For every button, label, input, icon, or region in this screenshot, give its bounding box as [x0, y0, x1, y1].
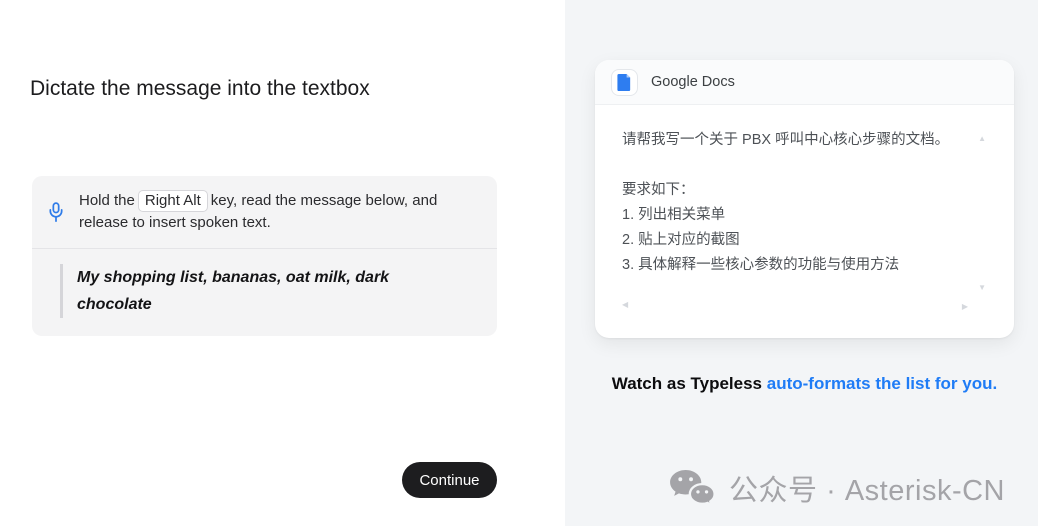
caption: Watch as Typeless auto-formats the list … [595, 374, 1014, 394]
scroll-up-arrow-icon[interactable]: ▲ [978, 135, 986, 143]
instruction-prefix: Hold the [79, 192, 135, 209]
message-quote-row: My shopping list, bananas, oat milk, dar… [32, 249, 497, 336]
wechat-icon [670, 469, 716, 507]
text-line: 2. 贴上对应的截图 [622, 232, 740, 248]
message-to-dictate: My shopping list, bananas, oat milk, dar… [60, 264, 424, 318]
prompt-text: 请帮我写一个关于 PBX 呼叫中心核心步骤的文档。 要求如下： 1. 列出相关菜单… [595, 105, 1014, 278]
text-line: 请帮我写一个关于 PBX 呼叫中心核心步骤的文档。 [622, 132, 950, 148]
text-line: 1. 列出相关菜单 [622, 207, 726, 223]
watermark-text: 公众号 · Asterisk-CN [729, 475, 1005, 507]
google-docs-icon [611, 68, 638, 96]
right-alt-key-badge: Right Alt [137, 190, 208, 212]
instruction-box: Hold the Right Alt key, read the message b… [32, 176, 497, 336]
scroll-left-arrow-icon[interactable]: ◀ [622, 301, 628, 309]
card-header: Google Docs [595, 60, 1014, 105]
scroll-right-arrow-icon[interactable]: ▶ [962, 303, 968, 311]
text-line: 3. 具体解释一些核心参数的功能与使用方法 [622, 257, 900, 273]
text-line: 要求如下： [622, 182, 695, 198]
dictation-step-panel: Dictate the message into the textbox Hol… [0, 0, 565, 526]
microphone-icon [49, 201, 63, 222]
app-name: Google Docs [651, 74, 735, 90]
continue-button-label: Continue [419, 471, 480, 489]
watermark: 公众号 · Asterisk-CN [669, 467, 1005, 509]
text-line [622, 153, 984, 178]
instruction-row: Hold the Right Alt key, read the message b… [32, 176, 497, 249]
google-docs-preview-card: Google Docs 请帮我写一个关于 PBX 呼叫中心核心步骤的文档。 要求… [595, 60, 1014, 338]
caption-blue-text: auto-formats the list for you. [766, 374, 998, 393]
page-title: Dictate the message into the textbox [30, 77, 370, 100]
preview-panel: Google Docs 请帮我写一个关于 PBX 呼叫中心核心步骤的文档。 要求… [565, 0, 1038, 526]
instruction-text: Hold the Right Alt key, read the message b… [79, 190, 461, 234]
caption-black-text: Watch as Typeless [611, 374, 767, 393]
continue-button[interactable]: Continue [402, 462, 497, 498]
scroll-down-arrow-icon[interactable]: ▼ [978, 284, 986, 292]
